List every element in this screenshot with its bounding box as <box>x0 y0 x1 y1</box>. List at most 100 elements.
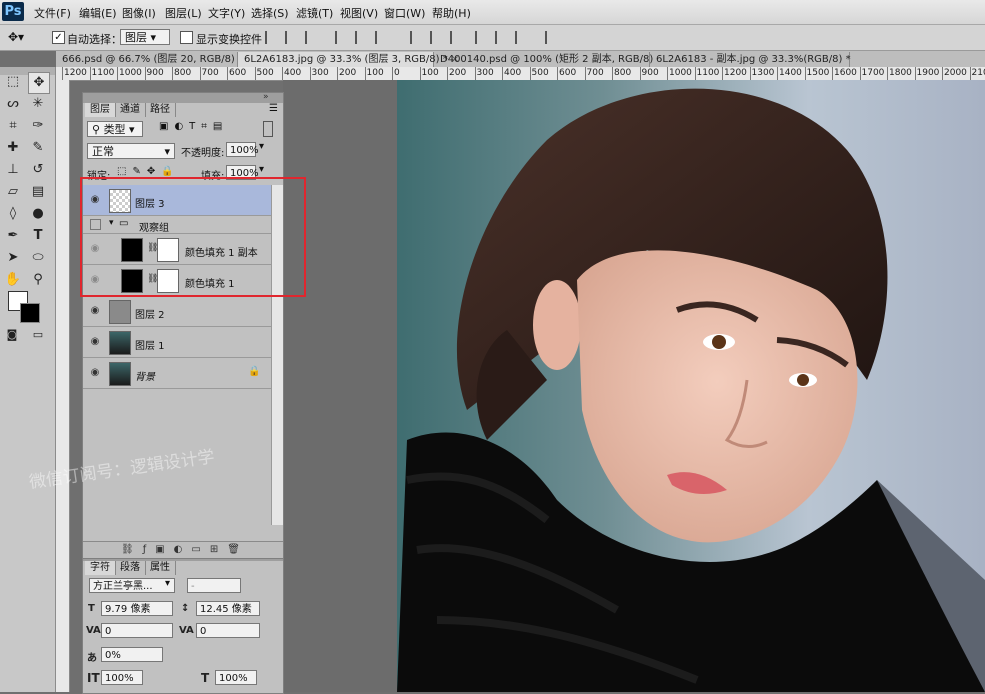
eyedropper-tool-icon[interactable]: ✑ <box>28 116 48 136</box>
ruler-label: 700 <box>587 67 604 79</box>
distribute-top-icon[interactable] <box>410 31 425 44</box>
brush-tool-icon[interactable]: ✎ <box>28 138 48 158</box>
crop-tool-icon[interactable]: ⌗ <box>3 116 23 136</box>
align-hcenter-icon[interactable] <box>355 31 370 44</box>
menu-item[interactable]: 帮助(H) <box>432 5 471 21</box>
ruler-tick <box>145 67 146 80</box>
history-brush-tool-icon[interactable]: ↺ <box>28 160 48 180</box>
filter-toggle[interactable] <box>263 121 273 137</box>
layer-filter-dropdown[interactable]: ⚲ 类型 ▾ <box>87 121 143 137</box>
kerning-input[interactable]: 0 <box>101 623 173 638</box>
ruler-tick <box>557 67 558 80</box>
options-bar: ✥▾ ✓ 自动选择： 图层 ▾ 显示变换控件 <box>0 25 985 51</box>
gradient-tool-icon[interactable]: ▤ <box>28 182 48 202</box>
align-top-icon[interactable] <box>265 31 280 44</box>
horizontal-scale-input[interactable]: 100% <box>215 670 257 685</box>
tracking-input[interactable]: 0 <box>196 623 260 638</box>
visibility-eye-icon[interactable]: ◉ <box>89 367 101 378</box>
align-left-icon[interactable] <box>335 31 350 44</box>
filter-icons[interactable]: ▣◐T⌗▤ <box>159 121 228 132</box>
layer-row[interactable]: ◉ 图层 2 <box>83 296 271 327</box>
path-selection-tool-icon[interactable]: ➤ <box>3 248 23 268</box>
document-tab[interactable]: 6L2A6183 - 副本.jpg @ 33.3%(RGB/8) * <box>650 52 850 67</box>
menu-item[interactable]: 选择(S) <box>251 5 289 21</box>
hand-tool-icon[interactable]: ✋ <box>3 270 23 290</box>
ruler-label: 1700 <box>862 67 885 79</box>
distribute-right-icon[interactable] <box>515 31 530 44</box>
font-style-select[interactable]: - <box>187 578 241 593</box>
menu-item[interactable]: 文件(F) <box>34 5 71 21</box>
distribute-left-icon[interactable] <box>475 31 490 44</box>
clone-stamp-tool-icon[interactable]: ⊥ <box>3 160 23 180</box>
layer-row[interactable]: ◉ 背景 🔒 <box>83 358 271 389</box>
distribute-vcenter-icon[interactable] <box>430 31 445 44</box>
canvas-photo[interactable] <box>397 80 985 692</box>
tab-channels[interactable]: 通道 <box>115 103 146 117</box>
tsume-input[interactable]: 0% <box>101 647 163 662</box>
eraser-tool-icon[interactable]: ▱ <box>3 182 23 202</box>
pen-tool-icon[interactable]: ✒ <box>3 226 23 246</box>
auto-select-target-dropdown[interactable]: 图层 ▾ <box>120 29 170 45</box>
visibility-eye-icon[interactable]: ◉ <box>89 305 101 316</box>
opacity-dropdown-icon[interactable]: ▾ <box>259 141 264 152</box>
show-transform-checkbox[interactable] <box>180 31 193 44</box>
screen-mode-icon[interactable]: ▭ <box>28 325 48 345</box>
marquee-tool-icon[interactable]: ⬚ <box>3 72 23 92</box>
blend-mode-dropdown[interactable]: 正常▾ <box>87 143 175 159</box>
lock-icons[interactable]: ⬚✎✥🔒 <box>117 166 180 177</box>
lasso-tool-icon[interactable]: ᔕ <box>3 94 23 114</box>
tab-character[interactable]: 字符 <box>85 561 116 575</box>
zoom-tool-icon[interactable]: ⚲ <box>28 270 48 290</box>
menu-item[interactable]: 滤镜(T) <box>296 5 333 21</box>
tab-paragraph[interactable]: 段落 <box>115 561 146 575</box>
layer-row[interactable]: ◉ 图层 1 <box>83 327 271 358</box>
tab-layers[interactable]: 图层 <box>85 103 116 117</box>
tab-properties[interactable]: 属性 <box>145 561 176 575</box>
document-tab[interactable]: 666.psd @ 66.7% (图层 20, RGB/8) * <box>56 52 238 67</box>
ruler-tick <box>530 67 531 80</box>
type-tool-icon[interactable]: T <box>28 226 48 246</box>
move-tool-icon[interactable]: ✥ <box>28 72 50 94</box>
panel-menu-icon[interactable]: ☰ <box>269 103 278 114</box>
align-right-icon[interactable] <box>375 31 390 44</box>
align-vcenter-icon[interactable] <box>285 31 300 44</box>
quick-mask-icon[interactable]: ◙ <box>2 325 22 345</box>
align-bottom-icon[interactable] <box>305 31 320 44</box>
vertical-scale-input[interactable]: 100% <box>101 670 143 685</box>
document-tab-active[interactable]: 6L2A6183.jpg @ 33.3% (图层 3, RGB/8) * × <box>238 52 434 67</box>
magic-wand-tool-icon[interactable]: ✳ <box>28 94 48 114</box>
ruler-label: 500 <box>532 67 549 79</box>
visibility-eye-icon[interactable]: ◉ <box>89 336 101 347</box>
ruler-tick <box>722 67 723 80</box>
ruler-label: 700 <box>202 67 219 79</box>
menu-item[interactable]: 视图(V) <box>340 5 378 21</box>
menu-item[interactable]: 编辑(E) <box>79 5 117 21</box>
move-tool-preset-icon[interactable]: ✥▾ <box>8 30 24 44</box>
distribute-bottom-icon[interactable] <box>450 31 465 44</box>
document-tab[interactable]: D400140.psd @ 100% (矩形 2 副本, RGB/8) <box>434 52 650 67</box>
menu-item[interactable]: 图层(L) <box>165 5 202 21</box>
auto-align-icon[interactable] <box>545 31 560 44</box>
font-family-select[interactable]: 方正兰亭黑... <box>89 578 175 593</box>
ruler-label: 200 <box>339 67 356 79</box>
distribute-hcenter-icon[interactable] <box>495 31 510 44</box>
tab-paths[interactable]: 路径 <box>145 103 176 117</box>
shape-tool-icon[interactable]: ⬭ <box>28 248 48 268</box>
font-size-input[interactable]: 9.79 像素 <box>101 601 173 616</box>
collapse-icon[interactable]: » <box>263 92 269 102</box>
dropdown-arrow-icon[interactable]: ▾ <box>165 578 170 589</box>
menu-item[interactable]: 文字(Y) <box>208 5 245 21</box>
ruler-label: 1100 <box>697 67 720 79</box>
background-color-swatch[interactable] <box>20 303 40 323</box>
blur-tool-icon[interactable]: ◊ <box>3 204 23 224</box>
opacity-input[interactable]: 100% <box>226 142 256 157</box>
dodge-tool-icon[interactable]: ● <box>28 204 48 224</box>
fill-dropdown-icon[interactable]: ▾ <box>259 164 264 175</box>
leading-input[interactable]: 12.45 像素 <box>196 601 260 616</box>
menu-item[interactable]: 窗口(W) <box>384 5 425 21</box>
healing-brush-tool-icon[interactable]: ✚ <box>3 138 23 158</box>
layer-thumbnail <box>109 362 131 386</box>
menu-item[interactable]: 图像(I) <box>122 5 156 21</box>
auto-select-checkbox[interactable]: ✓ <box>52 31 65 44</box>
layer-action-icons[interactable]: ⛓ƒ▣◐▭⊞🗑 <box>121 544 249 555</box>
